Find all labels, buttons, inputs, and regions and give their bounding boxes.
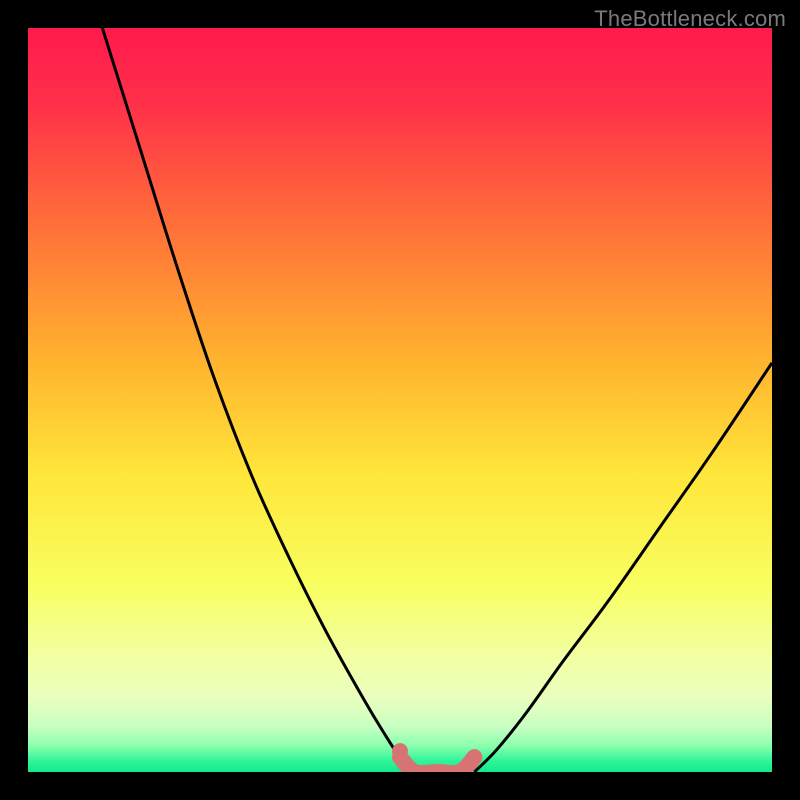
bottleneck-plot xyxy=(28,28,772,772)
plot-svg xyxy=(28,28,772,772)
watermark-text: TheBottleneck.com xyxy=(594,6,786,32)
chart-frame: TheBottleneck.com xyxy=(0,0,800,800)
gradient-background xyxy=(28,28,772,772)
optimal-point-marker xyxy=(392,743,408,759)
